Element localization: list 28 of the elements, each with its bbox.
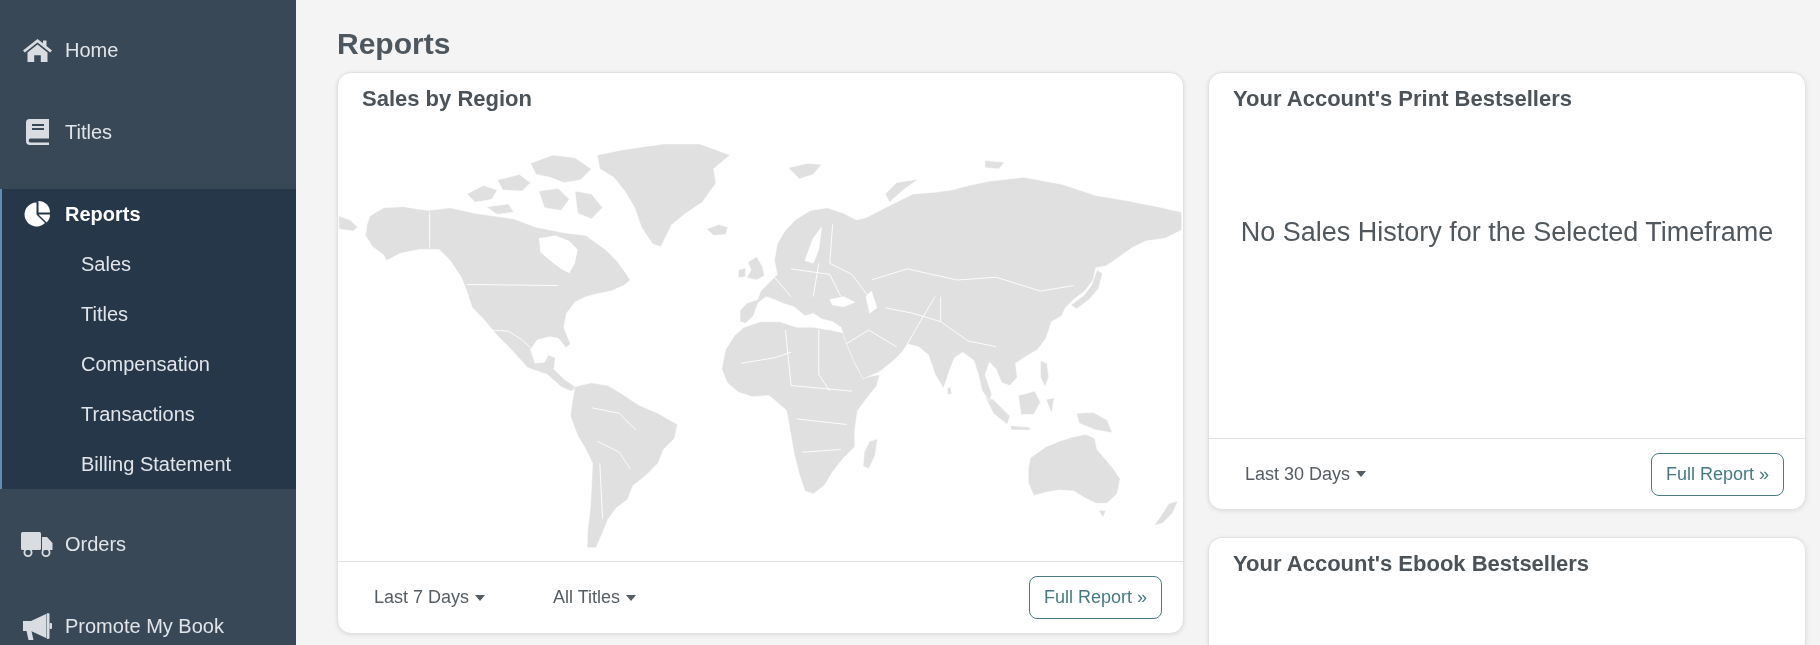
submenu-item[interactable]: Billing Statement xyxy=(2,439,296,489)
filter-dropdown[interactable]: Last 30 Days xyxy=(1245,463,1367,485)
filter-dropdown[interactable]: All Titles xyxy=(553,587,637,608)
submenu-item[interactable]: Sales xyxy=(2,239,296,289)
page-title: Reports xyxy=(337,26,452,62)
empty-message: No Sales History for the Selected Timeframe xyxy=(1239,217,1775,247)
truck-icon xyxy=(21,531,53,557)
caret-icon xyxy=(475,594,486,601)
caret-icon xyxy=(1356,471,1367,477)
full-report-button[interactable]: Full Report » xyxy=(1028,576,1162,619)
card-title: Your Account's Ebook Bestsellers xyxy=(1232,550,1591,578)
card-title: Sales by Region xyxy=(361,85,533,113)
full-report-button[interactable]: Full Report » xyxy=(1650,452,1784,496)
card-title: Your Account's Print Bestsellers xyxy=(1232,85,1573,113)
sidebar-item[interactable]: Reports xyxy=(2,189,296,239)
sidebar-item[interactable]: Home xyxy=(0,9,296,91)
submenu-item[interactable]: Compensation xyxy=(2,339,296,389)
submenu-item[interactable]: Transactions xyxy=(2,389,296,439)
megaphone-icon xyxy=(22,612,52,640)
sidebar-item[interactable]: Orders xyxy=(0,503,296,585)
submenu-item[interactable]: Titles xyxy=(2,289,296,339)
home-icon xyxy=(22,38,52,62)
book-icon xyxy=(25,119,49,145)
sidebar-item[interactable]: Promote My Book xyxy=(0,585,296,645)
pie-chart-icon xyxy=(23,201,51,227)
caret-icon xyxy=(626,594,637,601)
sidebar-item[interactable]: Titles xyxy=(0,91,296,173)
filter-dropdown[interactable]: Last 7 Days xyxy=(374,587,486,608)
